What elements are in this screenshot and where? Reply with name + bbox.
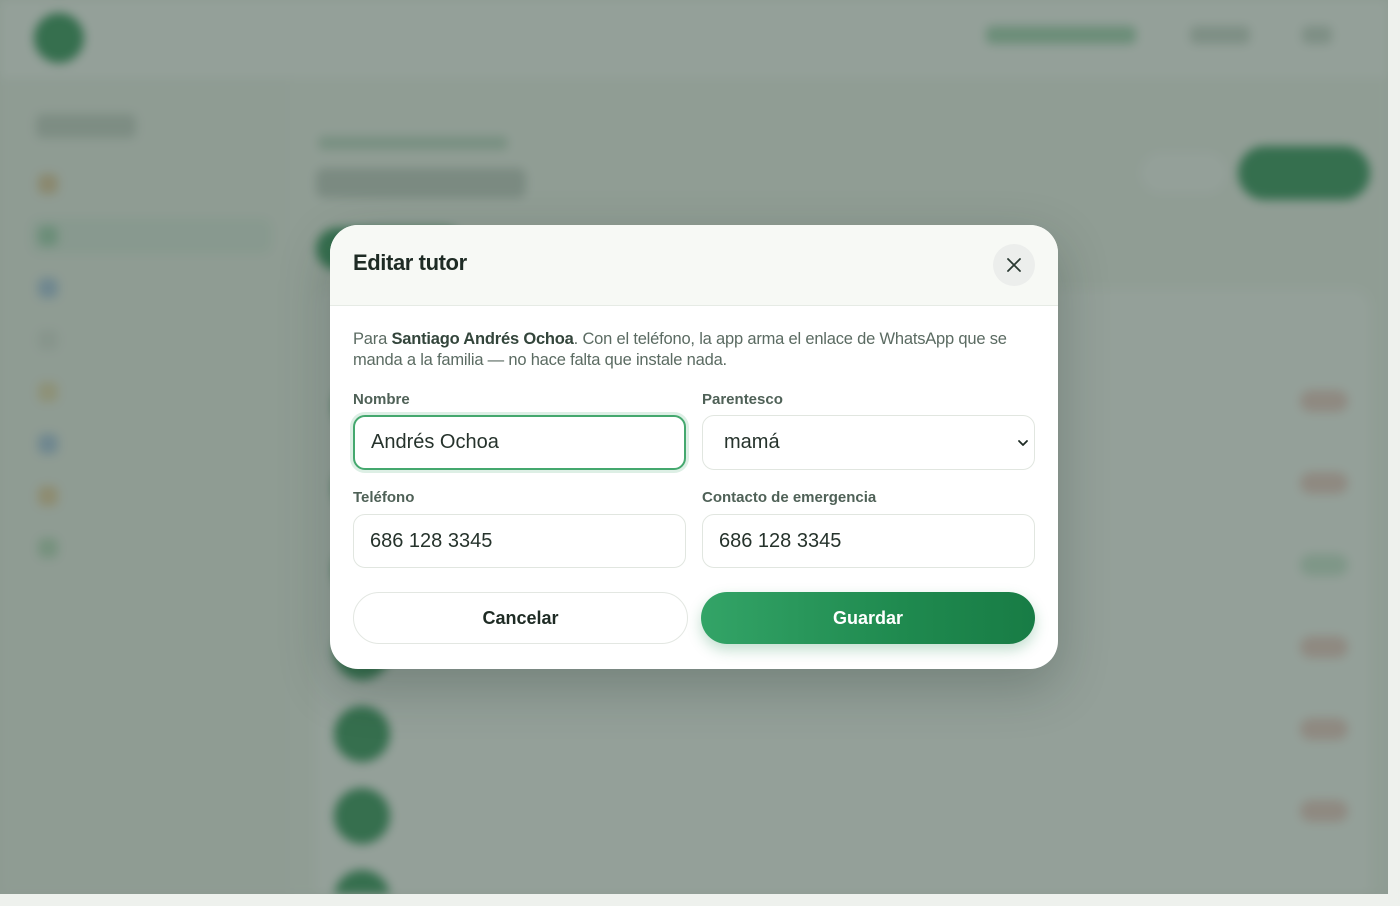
telefono-input[interactable] bbox=[353, 514, 686, 568]
edit-tutor-dialog: Editar tutor Para Santiago Andrés Ochoa.… bbox=[330, 225, 1058, 669]
save-button[interactable]: Guardar bbox=[701, 592, 1035, 644]
chevron-down-icon bbox=[1018, 440, 1028, 446]
nombre-label: Nombre bbox=[353, 391, 410, 408]
student-name: Santiago Andrés Ochoa bbox=[391, 330, 574, 348]
dialog-header: Editar tutor bbox=[330, 225, 1058, 306]
nombre-input[interactable] bbox=[353, 415, 686, 470]
cancel-button[interactable]: Cancelar bbox=[353, 592, 688, 644]
parentesco-label: Parentesco bbox=[702, 391, 783, 408]
parentesco-selected-value: mamá bbox=[724, 431, 780, 453]
contacto-emergencia-input[interactable] bbox=[702, 514, 1035, 568]
dialog-title: Editar tutor bbox=[353, 250, 467, 275]
description-prefix: Para bbox=[353, 330, 392, 348]
dialog-description: Para Santiago Andrés Ochoa. Con el teléf… bbox=[353, 329, 1043, 371]
parentesco-select[interactable]: mamá bbox=[702, 415, 1035, 470]
contacto-emergencia-label: Contacto de emergencia bbox=[702, 489, 877, 506]
page-edge-right bbox=[1388, 0, 1400, 906]
telefono-label: Teléfono bbox=[353, 489, 415, 506]
close-button[interactable] bbox=[993, 244, 1035, 286]
close-icon bbox=[1007, 258, 1021, 272]
page-edge-bottom bbox=[0, 894, 1400, 906]
